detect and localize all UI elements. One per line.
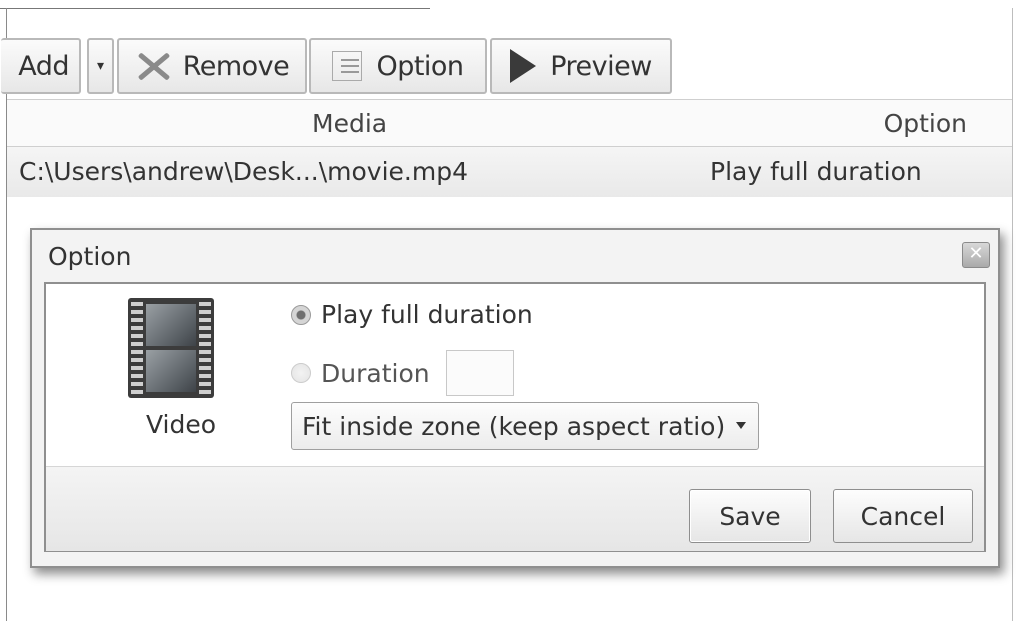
remove-button-label: Remove <box>182 50 290 82</box>
play-full-duration-label: Play full duration <box>321 300 533 329</box>
radio-unchecked-icon[interactable] <box>291 363 311 383</box>
scale-mode-value: Fit inside zone (keep aspect ratio) <box>302 411 726 441</box>
media-path-cell: C:\Users\andrew\Desk...\movie.mp4 <box>19 157 468 186</box>
option-cell: Play full duration <box>710 157 922 186</box>
duration-input[interactable] <box>445 350 514 396</box>
chevron-down-icon: ▾ <box>96 58 105 74</box>
duration-radio[interactable]: Duration <box>291 350 514 396</box>
preview-button-label: Preview <box>550 50 652 82</box>
dialog-content: Video Play full duration Duration Fit in… <box>44 282 986 552</box>
option-dialog: Option ✕ Video Play full duration Durati… <box>30 228 1000 568</box>
add-dropdown-button[interactable]: ▾ <box>87 38 114 94</box>
scale-mode-select[interactable]: Fit inside zone (keep aspect ratio) <box>291 402 759 450</box>
table-header: Media Option <box>7 99 1012 147</box>
preview-button[interactable]: Preview <box>490 38 672 94</box>
play-full-duration-radio[interactable]: Play full duration <box>291 300 533 329</box>
cancel-button[interactable]: Cancel <box>833 489 973 543</box>
save-button[interactable]: Save <box>689 489 811 543</box>
radio-checked-icon[interactable] <box>291 304 311 325</box>
dialog-title: Option <box>48 242 132 271</box>
list-icon <box>332 51 363 81</box>
option-button[interactable]: Option <box>309 38 487 94</box>
top-border <box>0 0 430 9</box>
dialog-footer: Save Cancel <box>46 466 984 551</box>
video-film-icon <box>128 298 214 398</box>
duration-label: Duration <box>321 358 430 388</box>
column-header-media[interactable]: Media <box>312 109 387 138</box>
table-row[interactable]: C:\Users\andrew\Desk...\movie.mp4 Play f… <box>7 147 1012 197</box>
remove-button[interactable]: Remove <box>117 38 307 94</box>
play-icon <box>510 49 537 83</box>
option-button-label: Option <box>376 50 464 82</box>
add-button-label: Add <box>18 50 69 82</box>
add-button[interactable]: Add <box>1 38 81 94</box>
close-icon[interactable]: ✕ <box>962 242 990 268</box>
remove-x-icon <box>135 49 169 83</box>
column-header-option[interactable]: Option <box>884 109 967 138</box>
toolbar: Add ▾ Remove Option Preview <box>1 38 1012 96</box>
window-right-border <box>1012 8 1013 621</box>
media-type-label: Video <box>146 410 217 439</box>
chevron-down-icon <box>736 422 746 429</box>
